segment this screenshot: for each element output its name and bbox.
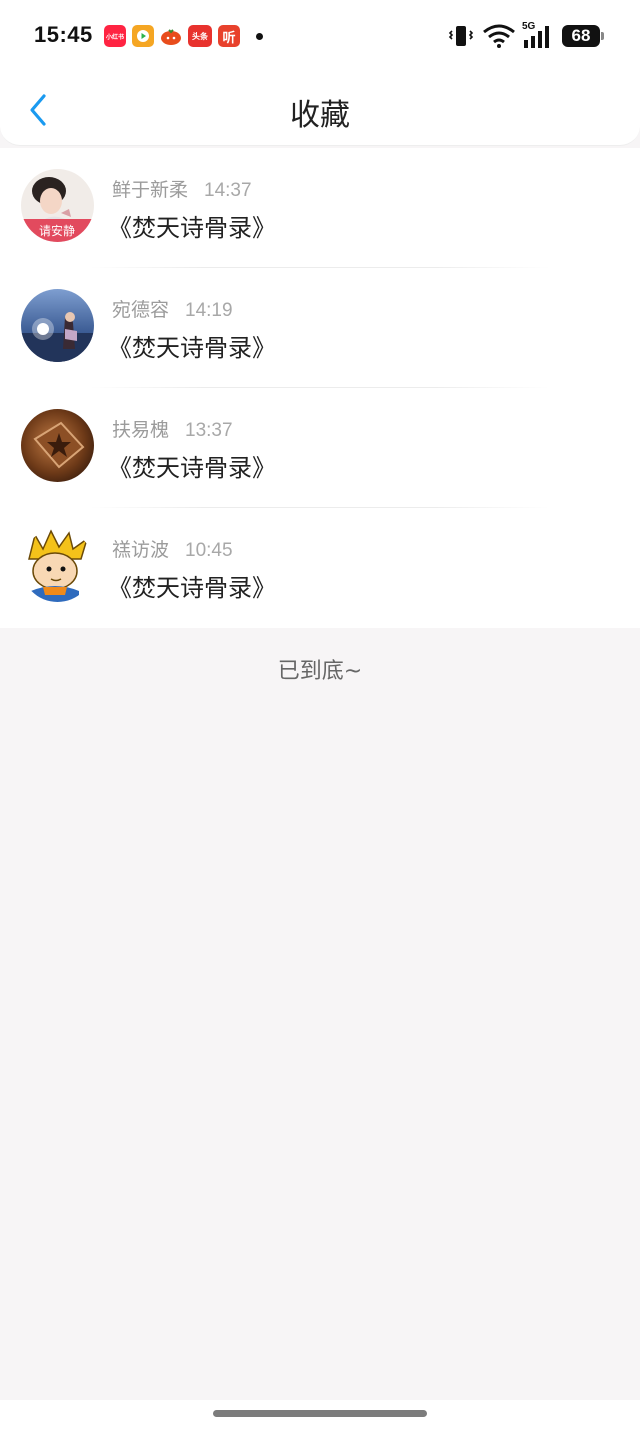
user-name: 扶易槐 [112, 419, 170, 441]
item-meta: 禚访波 10:45 [112, 535, 233, 562]
user-name: 宛德容 [112, 299, 170, 321]
book-title[interactable]: 《焚天诗骨录》 [108, 568, 276, 603]
tomato-novel-icon [160, 25, 182, 47]
item-meta: 鲜于新柔 14:37 [112, 175, 252, 202]
cellular-signal-icon: 5G [522, 21, 554, 49]
avatar[interactable] [21, 409, 94, 482]
item-time: 14:37 [204, 180, 252, 201]
avatar[interactable]: 请安静 [21, 169, 94, 242]
end-of-list-note: 已到底~ [277, 659, 363, 684]
gesture-bar [0, 1400, 640, 1429]
list-item[interactable]: 宛德容 14:19 《焚天诗骨录》 [0, 268, 640, 388]
book-title[interactable]: 《焚天诗骨录》 [108, 208, 276, 243]
item-time: 14:19 [185, 300, 233, 321]
list-item[interactable]: 扶易槐 13:37 《焚天诗骨录》 [0, 388, 640, 508]
system-status-icons: 5G 68 [448, 21, 604, 50]
favorites-list: 请安静 鲜于新柔 14:37 《焚天诗骨录》 宛德容 14:19 《焚天诗骨录》… [0, 148, 640, 628]
wifi-icon [483, 24, 515, 48]
avatar[interactable] [21, 529, 94, 602]
video-app-icon [132, 25, 154, 47]
avatar-girl-banner-image: 请安静 [21, 169, 94, 242]
list-item[interactable]: 请安静 鲜于新柔 14:37 《焚天诗骨录》 [0, 148, 640, 268]
item-meta: 扶易槐 13:37 [112, 415, 233, 442]
vibrate-icon [448, 26, 474, 46]
user-name: 鲜于新柔 [112, 179, 189, 201]
more-notifications-dot [256, 32, 263, 40]
notification-app-icons: 小红书 头条 听 [104, 24, 263, 48]
avatar-wood-star-image [21, 409, 94, 482]
item-time: 13:37 [185, 420, 233, 441]
avatar[interactable] [21, 289, 94, 362]
avatar-cartoon-boy-image [21, 529, 94, 602]
favorites-screen: 15:45 小红书 头条 听 5G 68 收藏 请安静 鲜于新柔 14:37 《… [0, 0, 640, 1429]
avatar-caption: 请安静 [39, 223, 75, 238]
item-time: 10:45 [185, 540, 233, 561]
battery-indicator: 68 [562, 25, 604, 47]
book-title[interactable]: 《焚天诗骨录》 [108, 448, 276, 483]
list-item[interactable]: 禚访波 10:45 《焚天诗骨录》 [0, 508, 640, 628]
status-time: 15:45 [34, 22, 93, 47]
user-name: 禚访波 [112, 539, 170, 561]
nav-header: 收藏 [0, 72, 640, 146]
page-title: 收藏 [290, 98, 350, 133]
avatar-sparkler-night-image [21, 289, 94, 362]
toutiao-icon: 头条 [188, 25, 212, 47]
home-indicator[interactable] [213, 1410, 427, 1417]
xiaohongshu-icon: 小红书 [104, 25, 126, 47]
status-bar: 15:45 小红书 头条 听 5G 68 [0, 0, 640, 72]
book-title[interactable]: 《焚天诗骨录》 [108, 328, 276, 363]
item-meta: 宛德容 14:19 [112, 295, 233, 322]
ting-icon: 听 [218, 25, 240, 47]
